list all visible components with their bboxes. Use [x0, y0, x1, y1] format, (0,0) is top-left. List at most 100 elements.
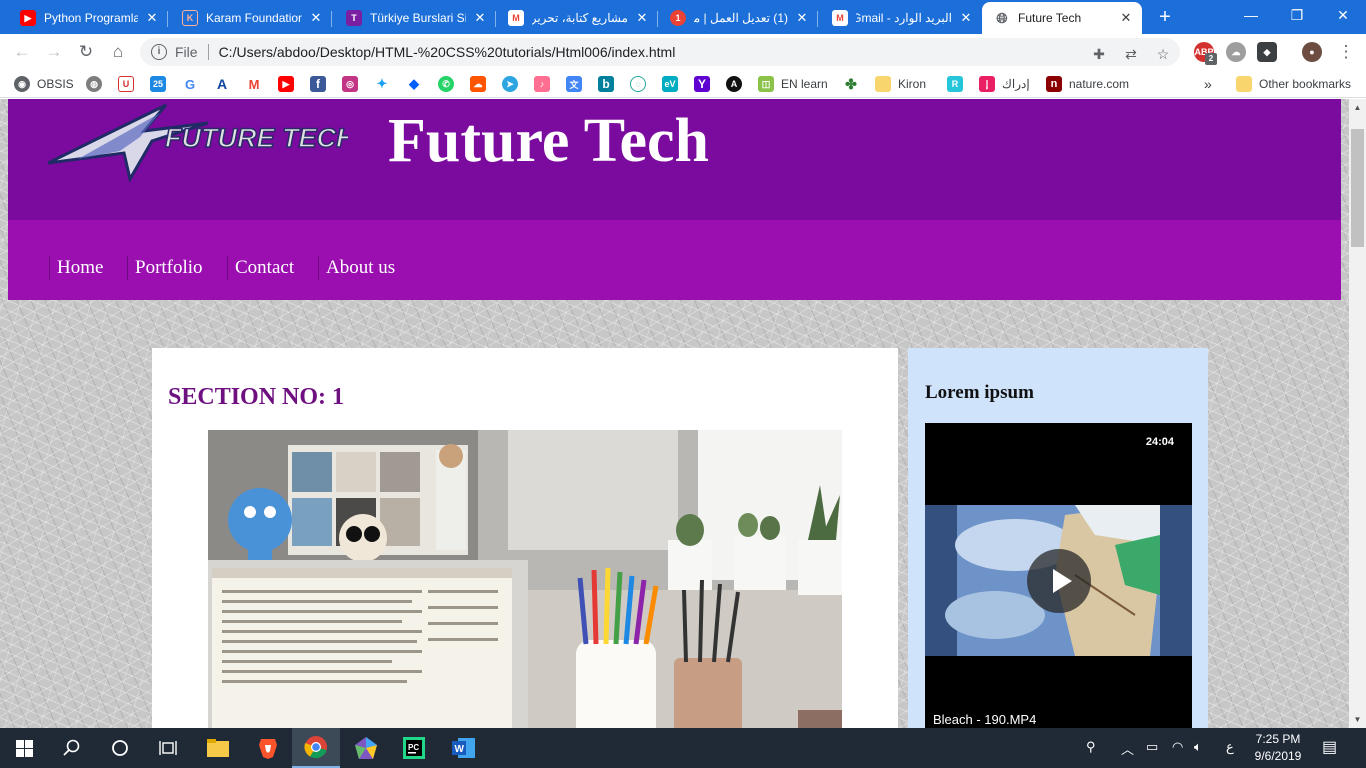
gem-app-icon[interactable]: [342, 728, 390, 768]
home-button[interactable]: ⌂: [104, 38, 132, 66]
bookmark-bing[interactable]: b: [598, 75, 614, 93]
new-tab-button[interactable]: +: [1152, 5, 1178, 31]
bookmark-shield[interactable]: U: [118, 75, 134, 93]
tab-python[interactable]: ▶ Python Programla ✕: [8, 2, 168, 34]
file-explorer-icon[interactable]: [194, 728, 242, 768]
tab-edit-work[interactable]: 1 (1) تعديل العمل | مد ✕: [658, 2, 818, 34]
bookmark-google[interactable]: G: [182, 75, 198, 93]
volume-icon[interactable]: 🔈︎: [1194, 739, 1202, 755]
karam-icon: K: [182, 10, 198, 26]
bookmark-music[interactable]: ♪: [534, 75, 550, 93]
bookmark-obsis[interactable]: ◉ OBSIS: [14, 75, 74, 93]
wifi-icon[interactable]: ◠: [1172, 739, 1183, 755]
scroll-up-arrow-icon[interactable]: ▲: [1349, 99, 1366, 116]
battery-icon[interactable]: ▭: [1146, 739, 1158, 755]
bookmark-earth[interactable]: ◍: [86, 75, 102, 93]
back-button[interactable]: ←: [8, 38, 36, 66]
brave-icon[interactable]: [244, 728, 292, 768]
address-bar[interactable]: i File C:/Users/abdoo/Desktop/HTML-%20CS…: [140, 38, 1180, 66]
soundcloud-icon: ☁: [470, 76, 486, 92]
bookmark-telegram[interactable]: ➤: [502, 75, 518, 93]
yahoo-icon: Y: [694, 76, 710, 92]
bookmark-star-icon[interactable]: ☆: [1154, 45, 1172, 63]
cloud-extension-icon[interactable]: ☁: [1226, 42, 1246, 62]
menu-icon[interactable]: ⋮: [1332, 38, 1360, 66]
tab-karam[interactable]: K Karam Foundation ✕: [170, 2, 332, 34]
notifications-icon[interactable]: ▤: [1322, 737, 1337, 757]
people-icon[interactable]: ⚲: [1086, 739, 1096, 755]
start-button[interactable]: [0, 728, 48, 768]
system-clock[interactable]: 7:25 PM 9/6/2019: [1250, 731, 1306, 765]
scroll-down-arrow-icon[interactable]: ▼: [1349, 711, 1366, 728]
cortana-icon[interactable]: [96, 728, 144, 768]
scroll-thumb[interactable]: [1351, 129, 1364, 247]
play-button[interactable]: [1027, 549, 1091, 613]
extension-puzzle-icon[interactable]: ✚: [1090, 45, 1108, 63]
obsis-icon: ◉: [14, 76, 30, 92]
video-player[interactable]: 24:04 Bleach - 190.MP4: [925, 423, 1192, 728]
bookmark-nature[interactable]: n nature.com: [1046, 75, 1129, 93]
tab-future-tech[interactable]: 🌐︎ Future Tech ✕: [982, 2, 1142, 34]
input-language[interactable]: ع: [1226, 739, 1234, 755]
page-scrollbar[interactable]: ▲ ▼: [1349, 99, 1366, 728]
other-bookmarks[interactable]: Other bookmarks: [1236, 75, 1351, 93]
reload-button[interactable]: ↻: [72, 38, 100, 66]
bookmark-whatsapp[interactable]: ✆: [438, 75, 454, 93]
bookmark-youtube[interactable]: ▶: [278, 75, 294, 93]
chevron-up-icon[interactable]: ︿: [1121, 739, 1134, 758]
bookmark-twitter[interactable]: ✦: [374, 75, 390, 93]
bookmark-calendar[interactable]: 25: [150, 75, 166, 93]
task-view-icon[interactable]: [144, 728, 192, 768]
bookmark-facebook[interactable]: f: [310, 75, 326, 93]
nav-home[interactable]: Home: [49, 256, 103, 280]
tab-gmail-inbox[interactable]: M البريد الوارد - Gmail ✕: [820, 2, 982, 34]
forward-button[interactable]: →: [40, 38, 68, 66]
close-icon[interactable]: ✕: [634, 10, 650, 26]
bookmark-soundcloud[interactable]: ☁: [470, 75, 486, 93]
bookmarks-overflow-button[interactable]: »: [1204, 75, 1212, 93]
dropbox-icon: ◆: [406, 76, 422, 92]
tab-turkiye-burslari[interactable]: T Türkiye Burslari Sis ✕: [334, 2, 496, 34]
maximize-button[interactable]: ❐: [1274, 0, 1320, 32]
nav-about-us[interactable]: About us: [318, 256, 395, 280]
bookmark-en-learn[interactable]: ◫ EN learn: [758, 75, 828, 93]
address-url[interactable]: C:/Users/abdoo/Desktop/HTML-%20CSS%20tut…: [219, 44, 676, 60]
bookmark-ev[interactable]: eV: [662, 75, 678, 93]
bookmark-dark-circle[interactable]: A: [726, 75, 742, 93]
folder-icon: [1236, 76, 1252, 92]
close-icon[interactable]: ✕: [308, 10, 324, 26]
translate-icon[interactable]: ⇄: [1122, 45, 1140, 63]
word-icon[interactable]: W: [440, 728, 488, 768]
close-icon[interactable]: ✕: [794, 10, 810, 26]
search-icon[interactable]: [48, 728, 96, 768]
close-icon[interactable]: ✕: [472, 10, 488, 26]
bookmark-clover[interactable]: ✤: [843, 75, 859, 93]
bookmark-edraak[interactable]: إ إدراك: [979, 75, 1030, 93]
pycharm-icon[interactable]: PC: [390, 728, 438, 768]
bookmark-instagram[interactable]: ◎: [342, 75, 358, 93]
close-icon[interactable]: ✕: [144, 10, 160, 26]
bookmark-circle[interactable]: ◌: [630, 75, 646, 93]
minimize-button[interactable]: —: [1228, 0, 1274, 32]
bookmark-dropbox[interactable]: ◆: [406, 75, 422, 93]
nav-portfolio[interactable]: Portfolio: [127, 256, 203, 280]
bookmark-r[interactable]: R: [947, 75, 963, 93]
bookmark-a[interactable]: A: [214, 75, 230, 93]
info-icon[interactable]: i: [151, 44, 167, 60]
bookmark-kiron[interactable]: Kiron: [875, 75, 926, 93]
cube-extension-icon[interactable]: ◆: [1257, 42, 1277, 62]
bookmark-yahoo[interactable]: Y: [694, 75, 710, 93]
future-tech-logo[interactable]: FUTURE TECH: [48, 101, 348, 183]
close-icon[interactable]: ✕: [1118, 10, 1134, 26]
video-thumbnail[interactable]: [925, 505, 1192, 656]
bookmark-gmail[interactable]: M: [246, 75, 262, 93]
page-viewport: FUTURE TECH Future Tech Home Portfolio C…: [0, 99, 1349, 728]
avatar[interactable]: ●: [1302, 42, 1322, 62]
google-icon: G: [182, 76, 198, 92]
tab-writing-projects[interactable]: M مشاريع كتابة، تحرير ✕: [496, 2, 658, 34]
close-icon[interactable]: ✕: [958, 10, 974, 26]
bookmark-translate[interactable]: 文: [566, 75, 582, 93]
chrome-taskbar-icon[interactable]: [292, 728, 340, 768]
nav-contact[interactable]: Contact: [227, 256, 294, 280]
close-window-button[interactable]: ✕: [1320, 0, 1366, 32]
